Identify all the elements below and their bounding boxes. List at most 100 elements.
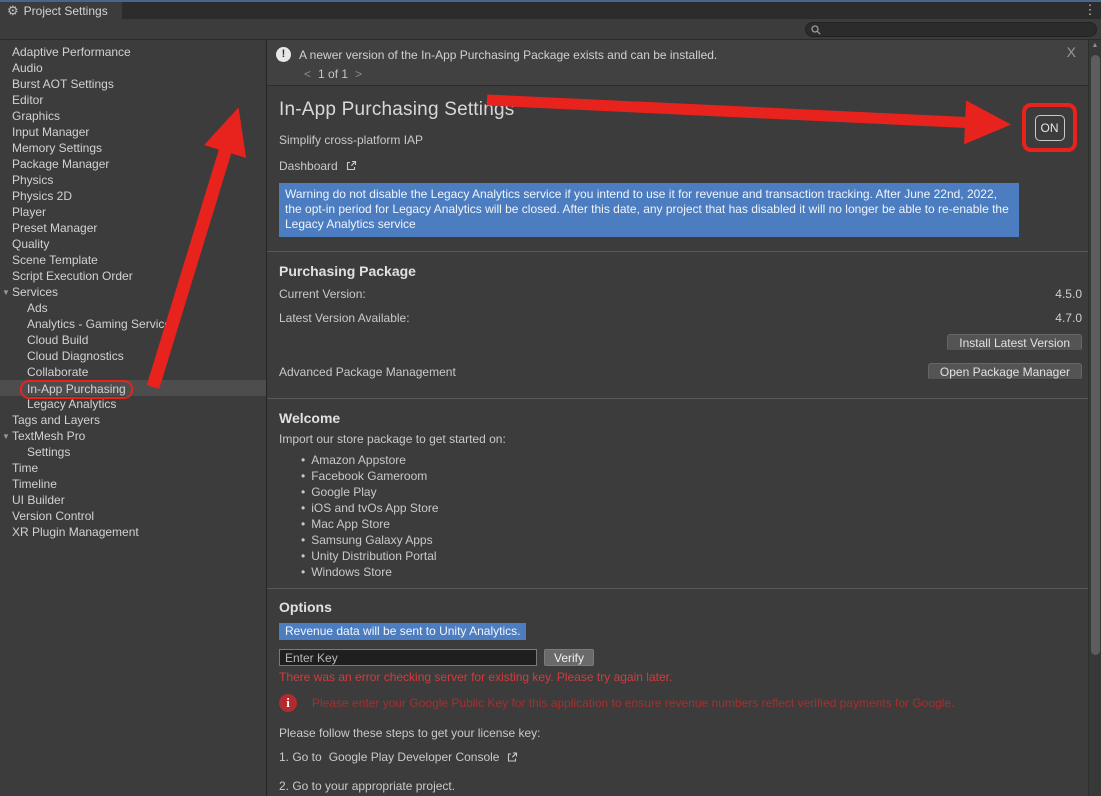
sidebar-item-label: Player: [12, 205, 46, 219]
legacy-analytics-warning: Warning do not disable the Legacy Analyt…: [279, 183, 1019, 237]
bullet-icon: •: [301, 501, 305, 515]
current-version-label: Current Version:: [279, 287, 366, 301]
sidebar-item-script-execution-order[interactable]: Script Execution Order: [0, 268, 266, 284]
sidebar-item-xr-plugin-management[interactable]: XR Plugin Management: [0, 524, 266, 540]
sidebar-item-label: Burst AOT Settings: [12, 77, 114, 91]
close-icon[interactable]: X: [1067, 44, 1076, 60]
sidebar-item-player[interactable]: Player: [0, 204, 266, 220]
sidebar-item-audio[interactable]: Audio: [0, 60, 266, 76]
sidebar-item-physics[interactable]: Physics: [0, 172, 266, 188]
error-info-icon: i: [279, 694, 297, 712]
sidebar-item-package-manager[interactable]: Package Manager: [0, 156, 266, 172]
scroll-up-icon[interactable]: ▲: [1089, 42, 1101, 49]
main-panel: ! A newer version of the In-App Purchasi…: [267, 40, 1088, 796]
welcome-heading: Welcome: [279, 410, 1082, 426]
section-divider: [267, 398, 1088, 399]
install-button-row: Install Latest Version: [279, 334, 1082, 351]
bullet-icon: •: [301, 517, 305, 531]
open-package-manager-button[interactable]: Open Package Manager: [928, 363, 1082, 380]
sidebar-item-physics-2d[interactable]: Physics 2D: [0, 188, 266, 204]
sidebar-item-label: Graphics: [12, 109, 60, 123]
license-key-input[interactable]: [279, 649, 537, 666]
google-play-console-link[interactable]: Google Play Developer Console: [329, 750, 500, 764]
sidebar-item-input-manager[interactable]: Input Manager: [0, 124, 266, 140]
sidebar-item-label: XR Plugin Management: [12, 525, 139, 539]
sidebar-item-ads[interactable]: Ads: [0, 300, 266, 316]
section-divider: [267, 588, 1088, 589]
latest-version-value: 4.7.0: [1055, 311, 1082, 325]
sidebar-item-label: Timeline: [12, 477, 57, 491]
sidebar-item-label: Cloud Diagnostics: [27, 349, 124, 363]
google-key-notice-row: i Please enter your Google Public Key fo…: [279, 694, 1082, 712]
store-list-item: •Google Play: [301, 484, 1082, 500]
store-name: Samsung Galaxy Apps: [311, 533, 432, 547]
on-toggle-annotation-box: ON: [1022, 103, 1077, 152]
sidebar-item-label: Physics: [12, 173, 53, 187]
sidebar-item-services[interactable]: ▼Services: [0, 284, 266, 300]
pager-next-icon[interactable]: >: [355, 67, 362, 81]
sidebar-item-label: Memory Settings: [12, 141, 102, 155]
sidebar-item-label: Audio: [12, 61, 43, 75]
store-list-item: •Amazon Appstore: [301, 452, 1082, 468]
pager-text: 1 of 1: [318, 67, 348, 81]
sidebar-item-textmesh-pro[interactable]: ▼TextMesh Pro: [0, 428, 266, 444]
search-input[interactable]: [825, 24, 1087, 36]
sidebar-item-adaptive-performance[interactable]: Adaptive Performance: [0, 44, 266, 60]
store-list-item: •Unity Distribution Portal: [301, 548, 1082, 564]
sidebar-item-label: Analytics - Gaming Services: [27, 317, 177, 331]
verify-button[interactable]: Verify: [544, 649, 594, 666]
bullet-icon: •: [301, 565, 305, 579]
store-list: •Amazon Appstore•Facebook Gameroom•Googl…: [279, 452, 1082, 580]
tab-project-settings[interactable]: ⚙ Project Settings: [0, 2, 122, 19]
expand-triangle-icon[interactable]: ▼: [2, 429, 10, 445]
sidebar-item-label: Tags and Layers: [12, 413, 100, 427]
store-name: Windows Store: [311, 565, 392, 579]
kebab-menu-icon[interactable]: ⋮: [1079, 2, 1101, 19]
store-list-item: •Mac App Store: [301, 516, 1082, 532]
gear-icon: ⚙: [7, 2, 19, 19]
step2-text: 2. Go to your appropriate project.: [279, 779, 1082, 793]
search-box[interactable]: [805, 22, 1097, 37]
dashboard-link[interactable]: Dashboard: [279, 159, 357, 173]
sidebar-item-label: Time: [12, 461, 38, 475]
sidebar-item-cloud-diagnostics[interactable]: Cloud Diagnostics: [0, 348, 266, 364]
install-latest-version-button[interactable]: Install Latest Version: [947, 334, 1082, 351]
bullet-icon: •: [301, 469, 305, 483]
sidebar-item-label: Cloud Build: [27, 333, 88, 347]
bullet-icon: •: [301, 549, 305, 563]
sidebar-item-editor[interactable]: Editor: [0, 92, 266, 108]
sidebar-item-graphics[interactable]: Graphics: [0, 108, 266, 124]
service-on-toggle[interactable]: ON: [1035, 115, 1065, 141]
vertical-scrollbar[interactable]: ▲: [1088, 40, 1101, 796]
store-name: iOS and tvOs App Store: [311, 501, 438, 515]
pager-prev-icon[interactable]: <: [304, 67, 311, 81]
sidebar-item-label: Package Manager: [12, 157, 109, 171]
sidebar-item-cloud-build[interactable]: Cloud Build: [0, 332, 266, 348]
sidebar-item-time[interactable]: Time: [0, 460, 266, 476]
sidebar-item-burst-aot-settings[interactable]: Burst AOT Settings: [0, 76, 266, 92]
server-error-text: There was an error checking server for e…: [279, 670, 1082, 684]
sidebar-item-preset-manager[interactable]: Preset Manager: [0, 220, 266, 236]
sidebar-item-settings[interactable]: Settings: [0, 444, 266, 460]
step1-row: 1. Go to Google Play Developer Console: [279, 750, 518, 764]
external-link-icon: [506, 751, 518, 764]
sidebar-item-tags-and-layers[interactable]: Tags and Layers: [0, 412, 266, 428]
sidebar-item-timeline[interactable]: Timeline: [0, 476, 266, 492]
store-name: Amazon Appstore: [311, 453, 406, 467]
purchasing-package-heading: Purchasing Package: [279, 263, 1082, 279]
sidebar-item-quality[interactable]: Quality: [0, 236, 266, 252]
expand-triangle-icon[interactable]: ▼: [2, 285, 10, 301]
sidebar-item-in-app-purchasing[interactable]: In-App Purchasing: [0, 380, 266, 396]
sidebar-item-scene-template[interactable]: Scene Template: [0, 252, 266, 268]
sidebar-item-collaborate[interactable]: Collaborate: [0, 364, 266, 380]
sidebar-item-version-control[interactable]: Version Control: [0, 508, 266, 524]
sidebar-item-ui-builder[interactable]: UI Builder: [0, 492, 266, 508]
sidebar-item-memory-settings[interactable]: Memory Settings: [0, 140, 266, 156]
sidebar-item-analytics-gaming-services[interactable]: Analytics - Gaming Services: [0, 316, 266, 332]
bullet-icon: •: [301, 485, 305, 499]
update-notification-banner: ! A newer version of the In-App Purchasi…: [267, 40, 1088, 86]
latest-version-row: Latest Version Available: 4.7.0: [279, 311, 1082, 325]
scrollbar-thumb[interactable]: [1091, 55, 1100, 655]
window-body: Adaptive PerformanceAudio Burst AOT Setti…: [0, 40, 1101, 796]
sidebar-list: Adaptive PerformanceAudio Burst AOT Setti…: [0, 44, 266, 540]
